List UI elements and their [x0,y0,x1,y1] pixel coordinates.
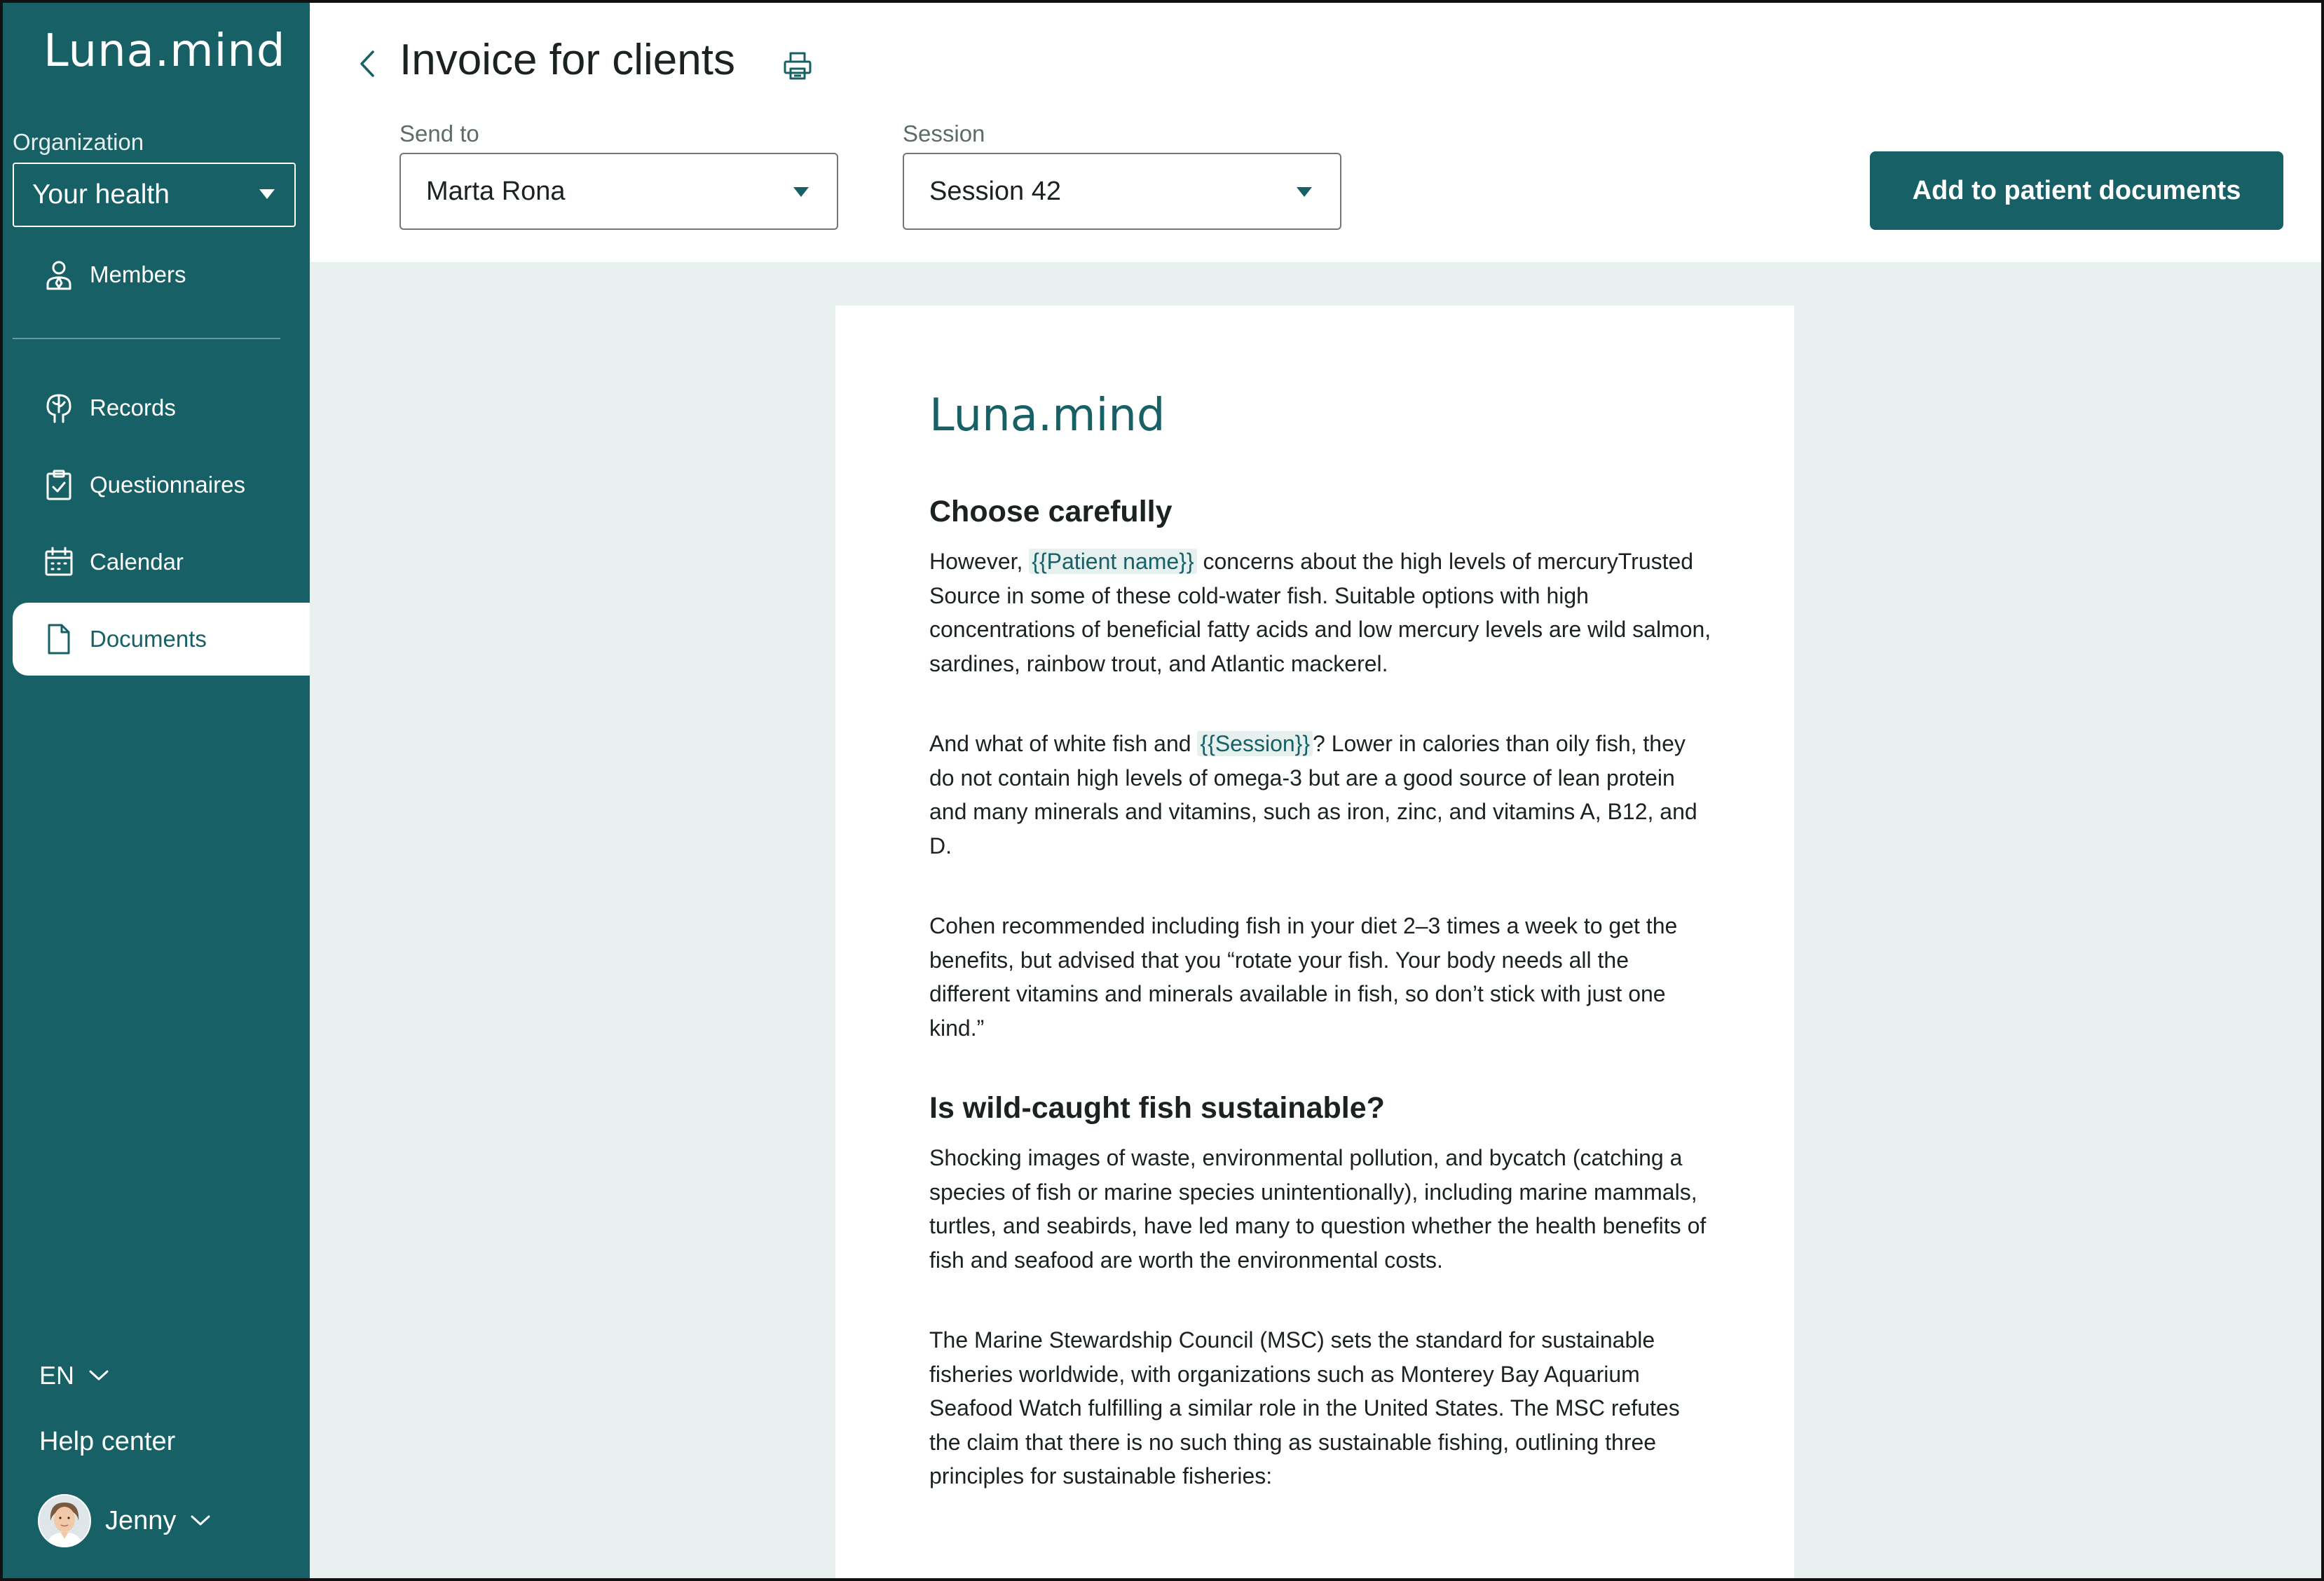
page-title: Invoice for clients [399,36,735,84]
user-menu[interactable]: Jenny [38,1494,211,1547]
caret-down-icon [1297,187,1312,197]
send-to-label: Send to [399,121,479,146]
sidebar-item-label: Calendar [90,549,184,575]
session-select[interactable]: Session 42 [903,153,1341,230]
template-variable-tag: {{Session}} [1197,731,1313,756]
sidebar-item-label: Records [90,395,176,420]
printer-icon[interactable] [781,49,814,83]
caret-down-icon [793,187,809,197]
chevron-down-icon [89,1370,109,1381]
session-label: Session [903,121,985,146]
help-center-link[interactable]: Help center [39,1427,175,1457]
add-to-patient-documents-button[interactable]: Add to patient documents [1870,151,2283,230]
document-heading: Is wild-caught fish sustainable? [929,1091,1385,1125]
send-to-select[interactable]: Marta Rona [399,153,838,230]
send-to-value: Marta Rona [426,176,566,206]
document-logo: Luna.mind [929,390,1166,442]
sidebar-item-records[interactable]: Records [13,371,310,444]
document-heading: Choose carefully [929,495,1173,528]
sidebar-item-label: Questionnaires [90,472,245,498]
user-name: Jenny [105,1505,177,1535]
user-tie-icon [46,261,71,290]
language-value: EN [39,1361,75,1390]
document-icon [48,624,70,655]
sidebar-item-label: Documents [90,626,207,652]
calendar-icon [45,547,73,576]
sidebar: Luna.mind Organization Your health Membe… [0,0,310,1581]
chevron-down-icon [191,1515,210,1526]
clipboard-check-icon [46,470,71,500]
document-paragraph: Shocking images of waste, environmental … [929,1145,1707,1273]
session-value: Session 42 [929,176,1062,206]
template-variable-tag: {{Patient name}} [1029,549,1197,574]
document-paragraph: Cohen recommended including fish in your… [929,913,1678,1041]
sidebar-item-members[interactable]: Members [13,238,310,311]
paragraph-text: And what of white fish and [929,731,1198,756]
language-selector[interactable]: EN [39,1361,109,1390]
paragraph-text: However, [929,549,1030,574]
document-paragraph: And what of white fish and {{Session}}? … [929,727,1714,863]
document-body: Choose carefully However, {{Patient name… [929,495,1714,1540]
document-paragraph: However, {{Patient name}} concerns about… [929,545,1714,680]
organization-label: Organization [13,129,144,155]
sidebar-item-questionnaires[interactable]: Questionnaires [13,449,310,521]
back-arrow-icon[interactable] [353,46,381,81]
app-logo: Luna.mind [43,25,286,77]
brain-icon [46,394,71,423]
document-preview: Luna.mind Choose carefully However, {{Pa… [835,306,1794,1581]
organization-select[interactable]: Your health [13,163,296,227]
sidebar-divider [13,338,280,339]
organization-value: Your health [32,179,170,210]
sidebar-item-calendar[interactable]: Calendar [13,526,310,598]
sidebar-item-label: Members [90,261,186,287]
avatar [38,1494,91,1547]
sidebar-item-documents[interactable]: Documents [13,603,310,676]
document-paragraph: The Marine Stewardship Council (MSC) set… [929,1327,1680,1488]
caret-down-icon [259,189,275,199]
